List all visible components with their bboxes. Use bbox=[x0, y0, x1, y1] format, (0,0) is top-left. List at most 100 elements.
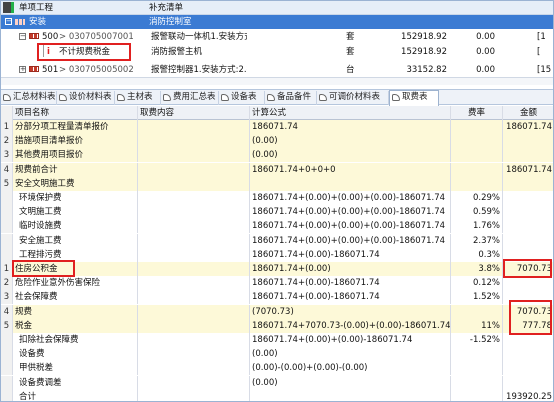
row-rate: 0.3% bbox=[451, 247, 503, 262]
row-index: 1 bbox=[1, 120, 13, 134]
table-row[interactable]: 扣除社会保障费 186071.74+(0.00)+(0.00)-186071.74… bbox=[1, 333, 553, 347]
table-row[interactable]: 5 安全文明施工费 bbox=[1, 176, 553, 191]
table-row[interactable]: 3 社会保障费 186071.74+(0.00)-186071.74 1.52% bbox=[1, 290, 553, 305]
tab-bar: 汇总材料表 设价材料表 主材表 费用汇总表 设备表 备品备件 可调价材料表 取费… bbox=[1, 89, 553, 106]
row-index: 4 bbox=[1, 304, 13, 319]
tab-icon bbox=[221, 94, 229, 101]
row-name: 安全文明施工费 bbox=[13, 176, 138, 191]
table-row[interactable]: 2 措施项目清单报价 (0.00) bbox=[1, 134, 553, 149]
row-amount bbox=[503, 276, 553, 291]
table-row[interactable]: 环境保护费 186071.74+(0.00)+(0.00)+(0.00)-1860… bbox=[1, 191, 553, 205]
tab-cost-summary[interactable]: 费用汇总表 bbox=[161, 91, 219, 105]
row-content bbox=[138, 318, 250, 333]
table-row[interactable]: 2 危险作业意外伤害保险 186071.74+(0.00)-186071.74 0.1… bbox=[1, 276, 553, 291]
table-row[interactable]: 甲供税差 (0.00)-(0.00)+(0.00)-(0.00) bbox=[1, 361, 553, 376]
row-index bbox=[1, 333, 13, 347]
row-name: 临时设施费 bbox=[13, 219, 138, 234]
highlight-box bbox=[12, 260, 75, 277]
table-row[interactable]: 工程排污费 186071.74+(0.00)-186071.74 0.3% bbox=[1, 247, 553, 262]
tab-fee-table[interactable]: 取费表 bbox=[389, 90, 439, 106]
highlight-box bbox=[37, 43, 131, 61]
tree-row-desc: 消防报警主机 bbox=[151, 47, 203, 57]
tab-icon bbox=[59, 94, 67, 101]
tree-row-unit: 套 bbox=[346, 32, 355, 42]
row-name: 甲供税差 bbox=[13, 361, 138, 376]
table-row[interactable]: 设备费调差 (0.00) bbox=[1, 375, 553, 390]
tree-row-id-text: 030705005002 bbox=[68, 65, 134, 75]
row-name: 措施项目清单报价 bbox=[13, 134, 138, 149]
tree-row-price: 152918.92 bbox=[401, 47, 447, 57]
row-index bbox=[1, 361, 13, 376]
table-row[interactable]: 4 规费 (7070.73) 7070.73 bbox=[1, 304, 553, 319]
brick-icon bbox=[29, 33, 39, 39]
header-formula: 计算公式 bbox=[250, 106, 451, 120]
tab-spare-parts[interactable]: 备品备件 bbox=[265, 91, 317, 105]
tree-selected-row[interactable]: − 安装 消防控制室 bbox=[1, 15, 553, 29]
row-content bbox=[138, 361, 250, 376]
row-formula: (0.00) bbox=[250, 134, 451, 149]
row-amount bbox=[503, 233, 553, 248]
row-formula: 186071.74+(0.00) bbox=[250, 262, 451, 276]
table-row[interactable]: 文明施工费 186071.74+(0.00)+(0.00)+(0.00)-1860… bbox=[1, 205, 553, 220]
row-name: 规费前合计 bbox=[13, 162, 138, 177]
row-content bbox=[138, 347, 250, 362]
table-row[interactable]: 3 其他费用项目报价 (0.00) bbox=[1, 148, 553, 163]
table-row[interactable]: 1 分部分项工程量清单报价 186071.74 186071.74 bbox=[1, 120, 553, 134]
highlight-box bbox=[509, 300, 552, 335]
table-row[interactable]: 4 规费前合计 186071.74+0+0+0 186071.74 bbox=[1, 162, 553, 177]
app-window: 单项工程 补充清单 − 安装 消防控制室 − 500 > 03070500700… bbox=[0, 0, 554, 402]
tree-row-unit: 套 bbox=[346, 47, 355, 57]
row-amount bbox=[503, 148, 553, 163]
row-content bbox=[138, 120, 250, 134]
collapse-icon[interactable]: − bbox=[19, 33, 26, 40]
tab-summary-materials[interactable]: 汇总材料表 bbox=[1, 91, 57, 105]
tab-priced-materials[interactable]: 设价材料表 bbox=[57, 91, 115, 105]
tree-row[interactable]: − 500 > 030705007001 报警联动一体机1.安装方式:消防报警主… bbox=[1, 30, 553, 44]
tab-label: 设备表 bbox=[231, 92, 257, 102]
row-rate bbox=[451, 304, 503, 319]
table-row[interactable]: 合计 193920.25 bbox=[1, 389, 553, 401]
tree-row-extra: [1 bbox=[537, 32, 546, 42]
row-name: 安全施工费 bbox=[13, 233, 138, 248]
row-name: 设备费调差 bbox=[13, 375, 138, 390]
row-name: 合计 bbox=[13, 389, 138, 401]
tree-row-rate: 0.00 bbox=[476, 47, 495, 57]
expand-icon[interactable]: + bbox=[19, 66, 26, 73]
row-name: 其他费用项目报价 bbox=[13, 148, 138, 163]
row-formula: 186071.74+(0.00)+(0.00)+(0.00)-186071.74 bbox=[250, 205, 451, 220]
row-name: 环境保护费 bbox=[13, 191, 138, 205]
row-rate: 2.37% bbox=[451, 233, 503, 248]
table-row[interactable]: 临时设施费 186071.74+(0.00)+(0.00)+(0.00)-1860… bbox=[1, 219, 553, 234]
row-formula: 186071.74+(0.00)+(0.00)+(0.00)-186071.74 bbox=[250, 219, 451, 234]
row-index: 3 bbox=[1, 148, 13, 163]
row-name: 分部分项工程量清单报价 bbox=[13, 120, 138, 134]
horizontal-scrollbar[interactable] bbox=[1, 77, 553, 85]
collapse-icon[interactable]: − bbox=[5, 18, 12, 25]
row-amount: 186071.74 bbox=[503, 120, 553, 134]
table-row[interactable]: 安全施工费 186071.74+(0.00)+(0.00)+(0.00)-1860… bbox=[1, 233, 553, 248]
header-rate: 费率 bbox=[451, 106, 503, 120]
tab-label: 取费表 bbox=[402, 92, 428, 102]
row-index bbox=[1, 191, 13, 205]
table-row[interactable]: 1 住房公积金 186071.74+(0.00) 3.8% 7070.73 bbox=[1, 262, 553, 276]
tab-label: 主材表 bbox=[127, 92, 153, 102]
tab-equipment[interactable]: 设备表 bbox=[219, 91, 265, 105]
row-formula: 186071.74+0+0+0 bbox=[250, 162, 451, 177]
table-row[interactable]: 设备费 (0.00) bbox=[1, 347, 553, 362]
tree-row[interactable]: + 501 > 030705005002 报警控制器1.安装方式:2.控制点数:… bbox=[1, 63, 553, 77]
row-content bbox=[138, 304, 250, 319]
row-formula: 186071.74 bbox=[250, 120, 451, 134]
row-formula: (0.00)-(0.00)+(0.00)-(0.00) bbox=[250, 361, 451, 376]
row-rate bbox=[451, 134, 503, 149]
tab-main-materials[interactable]: 主材表 bbox=[115, 91, 161, 105]
row-rate bbox=[451, 389, 503, 401]
tab-adjustable-materials[interactable]: 可调价材料表 bbox=[317, 91, 389, 105]
row-formula: 186071.74+7070.73-(0.00)+(0.00)-186071.7… bbox=[250, 318, 451, 333]
tab-label: 设价材料表 bbox=[69, 92, 112, 102]
row-formula: 186071.74+(0.00)+(0.00)+(0.00)-186071.74 bbox=[250, 191, 451, 205]
table-row[interactable]: 5 税金 186071.74+7070.73-(0.00)+(0.00)-18607… bbox=[1, 318, 553, 333]
row-rate: 0.29% bbox=[451, 191, 503, 205]
highlight-box bbox=[503, 259, 552, 278]
brick-icon bbox=[15, 19, 25, 25]
row-rate bbox=[451, 176, 503, 191]
